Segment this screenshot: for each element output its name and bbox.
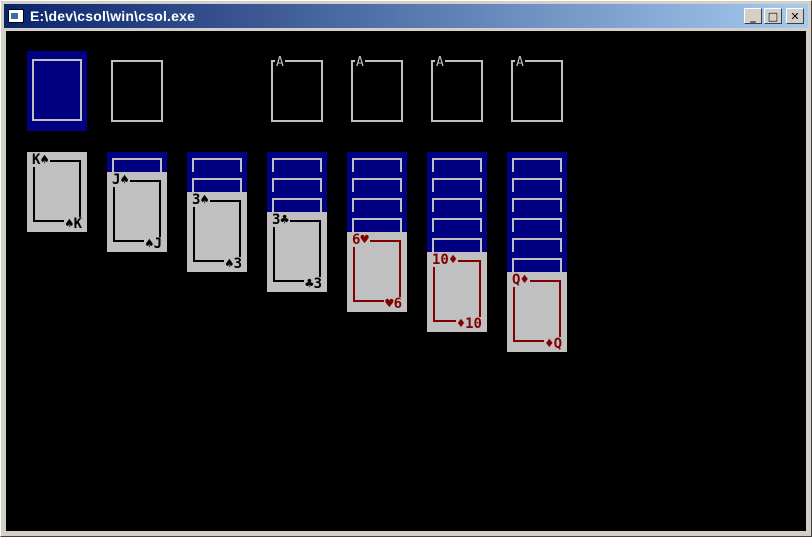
- foundation-3[interactable]: A: [431, 56, 483, 122]
- face-down-card[interactable]: [507, 192, 567, 212]
- window-controls: _ □ ✕: [744, 8, 804, 24]
- card-rank-top: 3♣: [271, 212, 290, 228]
- card-frame: [33, 160, 81, 222]
- card-frame: [433, 260, 481, 322]
- face-down-card[interactable]: [507, 172, 567, 192]
- minimize-button[interactable]: _: [744, 8, 762, 24]
- card-rank-top: 10♦: [431, 252, 459, 268]
- card-frame: [273, 220, 321, 282]
- face-down-card[interactable]: [507, 152, 567, 172]
- face-down-card[interactable]: [427, 232, 487, 252]
- face-down-card[interactable]: [427, 212, 487, 232]
- face-up-card[interactable]: 3♣ ♣3: [267, 212, 327, 292]
- face-down-card[interactable]: [427, 152, 487, 172]
- foundation-4[interactable]: A: [511, 56, 563, 122]
- card-back-pattern: [32, 59, 82, 121]
- card-rank-top: 6♥: [351, 232, 370, 248]
- face-down-card[interactable]: [347, 172, 407, 192]
- face-up-card[interactable]: Q♦ ♦Q: [507, 272, 567, 352]
- maximize-button[interactable]: □: [764, 8, 782, 24]
- card-rank-bottom: ♣3: [304, 276, 323, 292]
- console-window-icon[interactable]: [8, 9, 24, 23]
- card-rank-top: Q♦: [511, 272, 530, 288]
- console-window: E:\dev\csol\win\csol.exe _ □ ✕ A A A A K…: [0, 0, 812, 537]
- face-down-card[interactable]: [267, 152, 327, 172]
- window-title: E:\dev\csol\win\csol.exe: [30, 8, 196, 24]
- foundation-label: A: [355, 55, 365, 70]
- foundation-label: A: [515, 55, 525, 70]
- face-down-card[interactable]: [507, 252, 567, 272]
- face-down-card[interactable]: [427, 172, 487, 192]
- foundation-label: A: [275, 55, 285, 70]
- card-frame: [513, 280, 561, 342]
- card-rank-bottom: ♠3: [224, 256, 243, 272]
- face-down-card[interactable]: [507, 212, 567, 232]
- card-rank-bottom: ♦10: [455, 316, 483, 332]
- card-rank-bottom: ♠K: [64, 216, 83, 232]
- face-down-card[interactable]: [347, 212, 407, 232]
- card-rank-top: K♠: [31, 152, 50, 168]
- card-rank-top: 3♠: [191, 192, 210, 208]
- face-down-card[interactable]: [267, 172, 327, 192]
- card-frame: [353, 240, 401, 302]
- face-up-card[interactable]: 10♦ ♦10: [427, 252, 487, 332]
- stock-pile[interactable]: [27, 51, 87, 131]
- close-button[interactable]: ✕: [786, 8, 804, 24]
- card-frame: [113, 180, 161, 242]
- waste-pile[interactable]: [111, 60, 163, 122]
- card-rank-bottom: ♦Q: [544, 336, 563, 352]
- card-rank-bottom: ♥6: [384, 296, 403, 312]
- card-frame: [193, 200, 241, 262]
- card-rank-top: J♠: [111, 172, 130, 188]
- face-down-card[interactable]: [347, 152, 407, 172]
- face-down-card[interactable]: [187, 152, 247, 172]
- face-up-card[interactable]: 3♠ ♠3: [187, 192, 247, 272]
- face-down-card[interactable]: [187, 172, 247, 192]
- face-down-card[interactable]: [267, 192, 327, 212]
- face-up-card[interactable]: J♠ ♠J: [107, 172, 167, 252]
- foundation-2[interactable]: A: [351, 56, 403, 122]
- foundation-1[interactable]: A: [271, 56, 323, 122]
- card-rank-bottom: ♠J: [144, 236, 163, 252]
- face-down-card[interactable]: [347, 192, 407, 212]
- face-down-card[interactable]: [427, 192, 487, 212]
- face-down-card[interactable]: [507, 232, 567, 252]
- game-table: A A A A K♠ ♠K J♠ ♠J 3♠ ♠3 3♣ ♣3 6♥ ♥6 10♦ ♦10 Q♦ ♦Q: [6, 31, 806, 531]
- foundation-label: A: [435, 55, 445, 70]
- face-up-card[interactable]: 6♥ ♥6: [347, 232, 407, 312]
- title-bar[interactable]: E:\dev\csol\win\csol.exe _ □ ✕: [4, 4, 808, 28]
- face-up-card[interactable]: K♠ ♠K: [27, 152, 87, 232]
- face-down-card[interactable]: [107, 152, 167, 172]
